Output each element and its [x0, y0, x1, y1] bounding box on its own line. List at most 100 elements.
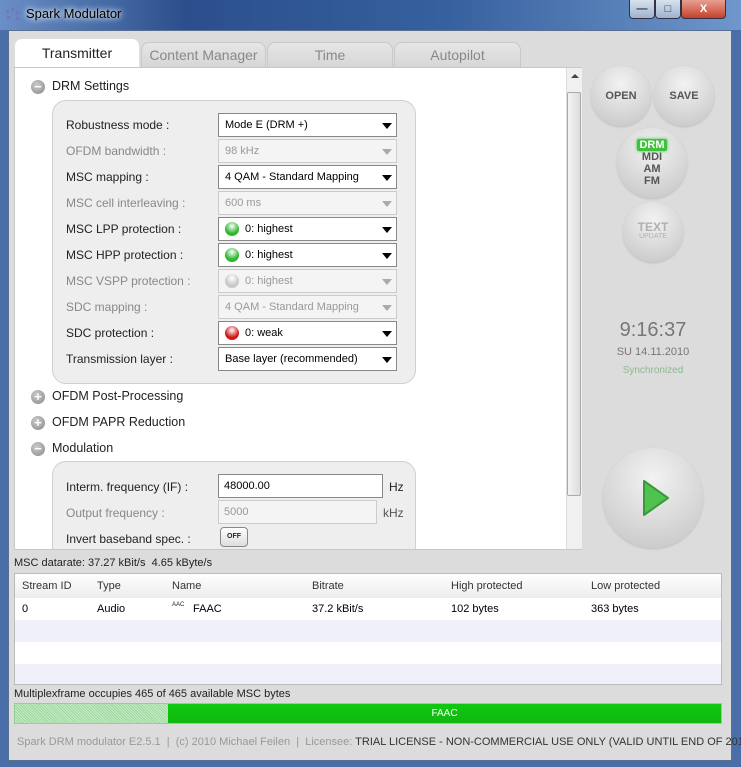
footer-licensee-label: Licensee: — [305, 736, 353, 748]
msc-datarate: MSC datarate: 37.27 kBit/s 4.65 kByte/s — [14, 557, 213, 569]
table-row-empty — [15, 642, 721, 664]
cell-bitrate: 37.2 kBit/s — [312, 603, 364, 615]
msc-lpp-protection-label: MSC LPP protection : — [66, 222, 182, 236]
robustness-mode-dropdown[interactable]: Mode E (DRM +) — [218, 113, 397, 137]
dropdown-value: 0: weak — [245, 327, 283, 339]
if-unit: Hz — [389, 480, 404, 494]
status-led-icon — [225, 326, 239, 340]
sdc-protection-dropdown[interactable]: 0: weak — [218, 321, 397, 345]
sdc-protection-label: SDC protection : — [66, 326, 155, 340]
window-title: Spark Modulator — [26, 6, 122, 21]
ofdm-bandwidth-label: OFDM bandwidth : — [66, 144, 167, 158]
footer: Spark DRM modulator E2.5.1 | (c) 2010 Mi… — [17, 736, 741, 748]
mode-am[interactable]: AM — [643, 163, 660, 175]
tab-autopilot[interactable]: Autopilot — [394, 42, 521, 67]
column-header[interactable]: High protected — [451, 574, 523, 598]
scroll-up-icon[interactable] — [571, 74, 579, 78]
mode-selector-button[interactable]: DRM MDI AM FM — [617, 128, 687, 198]
section-ofdm-post-processing[interactable]: OFDM Post-Processing — [52, 389, 183, 403]
expand-icon[interactable]: + — [31, 390, 45, 404]
chevron-down-icon[interactable] — [382, 227, 392, 233]
column-header[interactable]: Type — [97, 574, 121, 598]
chevron-down-icon[interactable] — [382, 201, 392, 207]
close-button[interactable]: X — [681, 0, 726, 19]
column-header[interactable]: Bitrate — [312, 574, 344, 598]
maximize-button[interactable]: □ — [655, 0, 681, 19]
multiplex-segment-faac[interactable]: FAAC — [168, 704, 721, 723]
output-frequency-unit: kHz — [383, 506, 404, 520]
chevron-down-icon[interactable] — [382, 357, 392, 363]
if-frequency-input[interactable]: 48000.00 — [218, 474, 383, 498]
dropdown-value: 4 QAM - Standard Mapping — [225, 171, 359, 183]
cell-type: Audio — [97, 603, 126, 615]
msc-mapping-label: MSC mapping : — [66, 170, 149, 184]
mode-mdi[interactable]: MDI — [642, 151, 662, 163]
chevron-down-icon[interactable] — [382, 305, 392, 311]
sdc-mapping-dropdown[interactable]: 4 QAM - Standard Mapping — [218, 295, 397, 319]
dropdown-value: Base layer (recommended) — [225, 353, 358, 365]
column-header[interactable]: Stream ID — [22, 574, 72, 598]
dropdown-value: 0: highest — [245, 223, 293, 235]
column-header[interactable]: Low protected — [591, 574, 660, 598]
chevron-down-icon[interactable] — [382, 331, 392, 337]
mode-fm[interactable]: FM — [644, 175, 660, 187]
tab-time[interactable]: Time — [267, 42, 393, 67]
section-ofdm-papr-reduction[interactable]: OFDM PAPR Reduction — [52, 415, 185, 429]
text-update-button[interactable]: TEXT UPDATE — [623, 202, 683, 262]
scrollbar-thumb[interactable] — [567, 92, 581, 496]
play-icon — [643, 480, 669, 516]
transmission-layer-label: Transmission layer : — [66, 352, 173, 366]
robustness-mode-label: Robustness mode : — [66, 118, 170, 132]
footer-copyright: (c) 2010 Michael Feilen — [175, 736, 291, 748]
dropdown-value: 98 kHz — [225, 145, 260, 157]
msc-mapping-dropdown[interactable]: 4 QAM - Standard Mapping — [218, 165, 397, 189]
transmission-layer-dropdown[interactable]: Base layer (recommended) — [218, 347, 397, 371]
collapse-icon[interactable]: − — [31, 80, 45, 94]
chevron-down-icon[interactable] — [382, 175, 392, 181]
clock-time: 9:16:37 — [619, 319, 687, 341]
title-bar[interactable]: Spark Modulator — □ X — [0, 0, 741, 30]
table-row[interactable]: 0 Audio AAC FAAC 37.2 kBit/s 102 bytes 3… — [15, 598, 721, 620]
save-button[interactable]: SAVE — [654, 66, 714, 126]
table-row-empty — [15, 620, 721, 642]
footer-product: Spark DRM modulator E2.5.1 — [17, 736, 161, 748]
cell-low-protected: 363 bytes — [591, 603, 639, 615]
dropdown-value: 0: highest — [245, 275, 293, 287]
if-label: Interm. frequency (IF) : — [66, 480, 189, 494]
chevron-down-icon[interactable] — [382, 253, 392, 259]
sdc-mapping-label: SDC mapping : — [66, 300, 148, 314]
output-frequency-label: Output frequency : — [66, 506, 165, 520]
stream-table: Stream ID Type Name Bitrate High protect… — [14, 573, 722, 685]
audio-codec-icon: AAC — [172, 602, 185, 608]
mode-drm[interactable]: DRM — [637, 139, 667, 151]
collapse-icon[interactable]: − — [31, 442, 45, 456]
chevron-down-icon[interactable] — [382, 279, 392, 285]
text-update-label: TEXT — [637, 220, 669, 234]
status-led-icon — [225, 248, 239, 262]
section-modulation[interactable]: Modulation — [52, 441, 113, 455]
invert-baseband-toggle[interactable]: OFF — [220, 527, 248, 547]
column-header[interactable]: Name — [172, 574, 201, 598]
minimize-button[interactable]: — — [629, 0, 655, 19]
tab-transmitter[interactable]: Transmitter — [14, 38, 140, 68]
chevron-down-icon[interactable] — [382, 149, 392, 155]
msc-vspp-protection-dropdown[interactable]: 0: highest — [218, 269, 397, 293]
transmitter-panel: − DRM Settings Robustness mode : Mode E (… — [14, 67, 582, 550]
cell-name: FAAC — [193, 603, 222, 615]
section-drm-settings[interactable]: DRM Settings — [52, 79, 129, 93]
dropdown-value: Mode E (DRM +) — [225, 119, 308, 131]
msc-cell-interleaving-dropdown[interactable]: 600 ms — [218, 191, 397, 215]
msc-cell-interleaving-label: MSC cell interleaving : — [66, 196, 186, 210]
tab-content-manager[interactable]: Content Manager — [141, 42, 266, 67]
text-update-sublabel: UPDATE — [639, 233, 667, 240]
expand-icon[interactable]: + — [31, 416, 45, 430]
open-button[interactable]: OPEN — [591, 66, 651, 126]
cell-stream-id: 0 — [22, 603, 29, 615]
chevron-down-icon[interactable] — [382, 123, 392, 129]
msc-lpp-protection-dropdown[interactable]: 0: highest — [218, 217, 397, 241]
msc-hpp-protection-dropdown[interactable]: 0: highest — [218, 243, 397, 267]
output-frequency-input[interactable]: 5000 — [218, 500, 377, 524]
sync-status: Synchronized — [622, 365, 684, 376]
ofdm-bandwidth-dropdown[interactable]: 98 kHz — [218, 139, 397, 163]
play-button[interactable] — [603, 448, 703, 548]
